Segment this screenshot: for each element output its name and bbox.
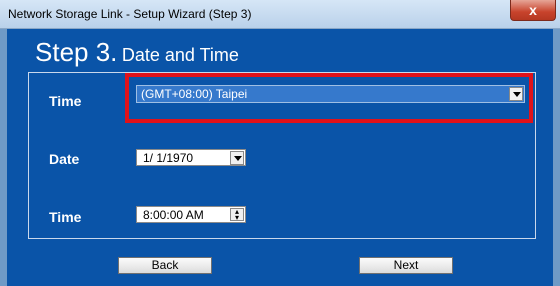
time-picker[interactable]: 8:00:00 AM ▴ ▾ [136, 206, 246, 223]
timezone-label: Time [49, 93, 82, 109]
date-picker[interactable]: 1/ 1/1970 [136, 149, 246, 166]
step-heading: Step 3. Date and Time [35, 37, 239, 68]
setup-wizard-window: Network Storage Link - Setup Wizard (Ste… [0, 0, 560, 286]
back-button[interactable]: Back [118, 257, 212, 274]
spinner-icon[interactable]: ▴ ▾ [230, 208, 244, 222]
title-bar: Network Storage Link - Setup Wizard (Ste… [0, 0, 560, 29]
step-number: Step 3. [35, 37, 118, 67]
close-button[interactable]: x [510, 0, 556, 21]
timezone-value: (GMT+08:00) Taipei [141, 87, 248, 101]
wizard-client-area: Step 3. Date and Time Time (GMT+08:00) T… [7, 29, 553, 286]
step-title: Date and Time [121, 45, 239, 65]
chevron-down-icon[interactable] [509, 87, 523, 101]
time-label: Time [49, 209, 82, 225]
close-icon: x [529, 2, 537, 18]
time-value: 8:00:00 AM [143, 208, 204, 222]
next-button[interactable]: Next [359, 257, 453, 274]
chevron-down-icon[interactable] [230, 151, 244, 165]
window-title: Network Storage Link - Setup Wizard (Ste… [8, 7, 252, 21]
date-label: Date [49, 151, 80, 167]
date-value: 1/ 1/1970 [143, 151, 194, 165]
timezone-select[interactable]: (GMT+08:00) Taipei [136, 85, 525, 103]
